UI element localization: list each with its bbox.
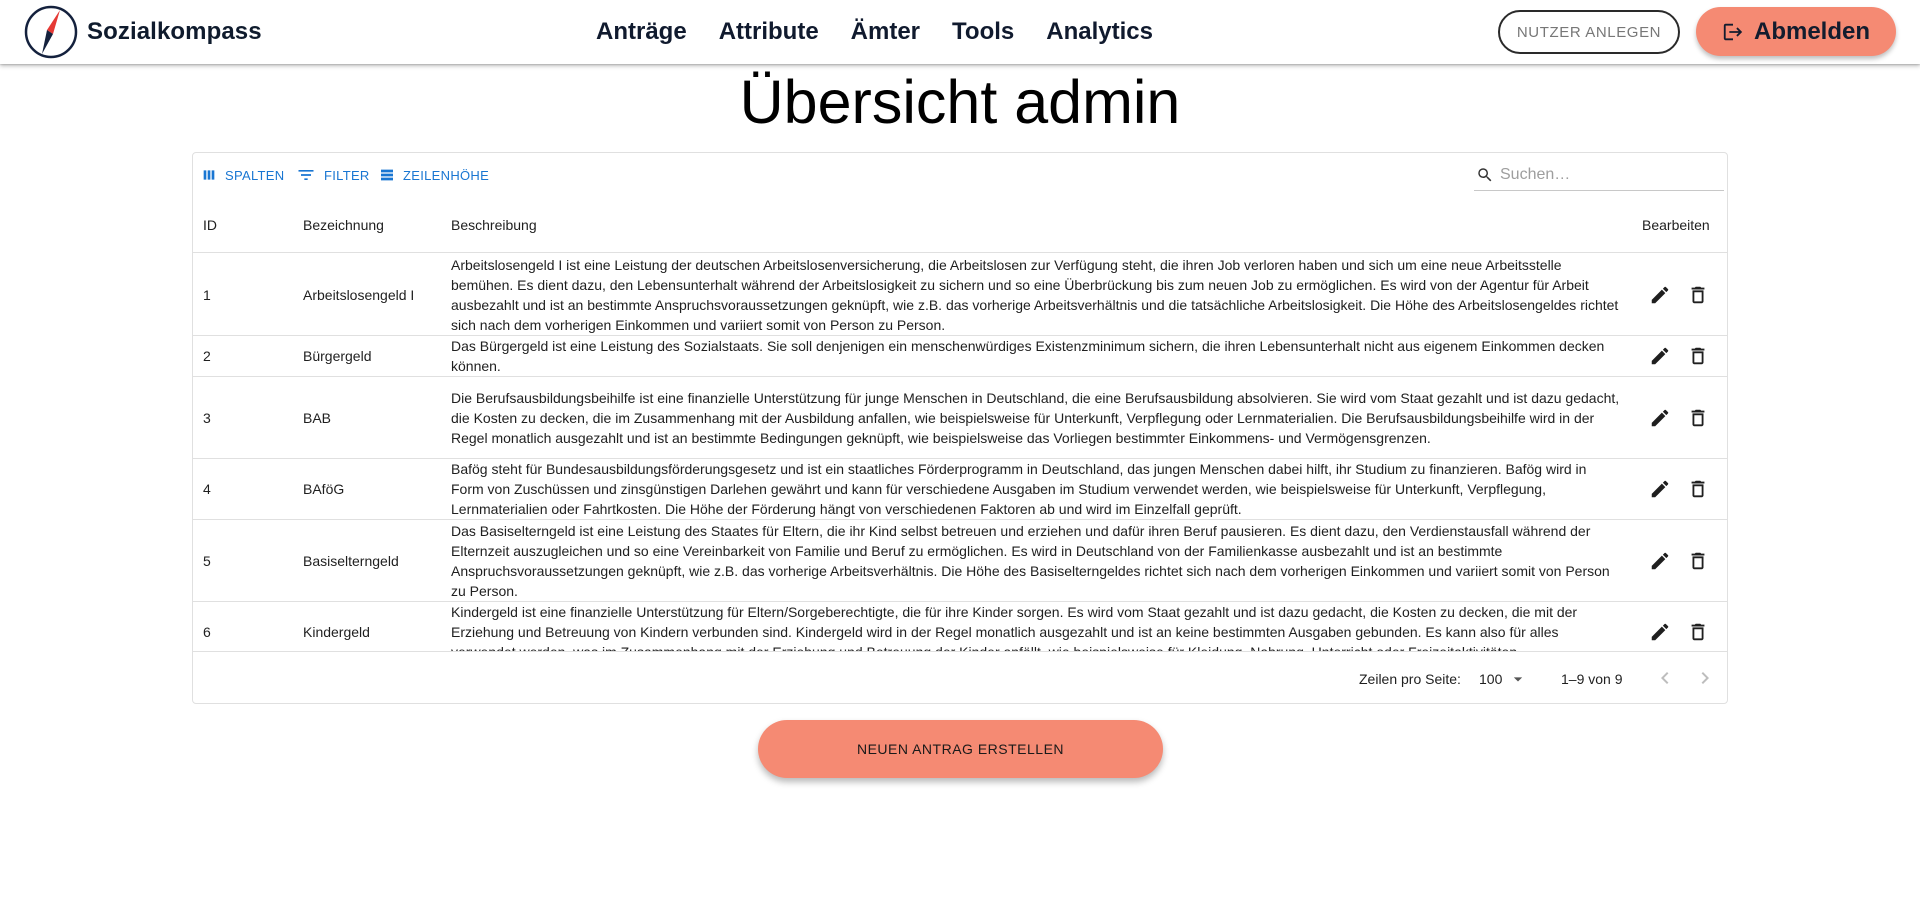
cell-name: Kindergeld	[303, 624, 370, 640]
create-application-button[interactable]: NEUEN ANTRAG ERSTELLEN	[758, 720, 1163, 778]
delete-button[interactable]	[1687, 407, 1709, 429]
brand[interactable]: Sozialkompass	[24, 4, 262, 60]
edit-button[interactable]	[1649, 345, 1671, 367]
columns-label: SPALTEN	[225, 167, 285, 183]
trash-icon	[1691, 623, 1705, 641]
logout-label: Abmelden	[1753, 17, 1870, 45]
data-grid: SPALTEN FILTER ZEILENHÖHE ID Bezeichnung…	[192, 152, 1728, 704]
columns-button[interactable]: SPALTEN	[201, 163, 284, 187]
grid-body: 1 Arbeitslosengeld I Arbeitslosengeld I …	[193, 254, 1727, 651]
pencil-icon	[1651, 480, 1669, 498]
density-label: ZEILENHÖHE	[403, 167, 490, 183]
top-app-bar: Sozialkompass Anträge Attribute Ämter To…	[0, 0, 1920, 64]
cell-description: Arbeitslosengeld I ist eine Leistung der…	[451, 256, 1619, 333]
pagination-range: 1–9 von 9	[1561, 670, 1623, 687]
delete-button[interactable]	[1687, 478, 1709, 500]
edit-button[interactable]	[1649, 407, 1671, 429]
column-header-id[interactable]: ID	[203, 197, 217, 253]
cell-id: 4	[203, 481, 211, 497]
logout-button[interactable]: Abmelden	[1696, 7, 1896, 56]
trash-icon	[1691, 347, 1705, 365]
column-header-row: ID Bezeichnung Beschreibung Bearbeiten	[193, 197, 1727, 253]
cell-name: Arbeitslosengeld I	[303, 286, 415, 303]
cell-name: Bürgergeld	[303, 348, 372, 364]
filter-icon	[298, 170, 314, 180]
pencil-icon	[1651, 623, 1669, 641]
table-row[interactable]: 6 Kindergeld Kindergeld ist eine finanzi…	[193, 602, 1727, 651]
rows-per-page-label: Zeilen pro Seite:	[1359, 670, 1461, 687]
pencil-icon	[1651, 286, 1669, 303]
table-row[interactable]: 5 Basiselterngeld Das Basiselterngeld is…	[193, 520, 1727, 602]
cell-description: Bafög steht für Bundesausbildungsförderu…	[451, 461, 1587, 517]
page-title: Übersicht admin	[739, 68, 1181, 136]
trash-icon	[1691, 409, 1705, 426]
cell-name: Basiselterngeld	[303, 552, 399, 569]
compass-logo-icon	[24, 5, 78, 59]
search-icon	[1478, 167, 1492, 181]
cell-id: 1	[203, 286, 211, 303]
rows-per-page-value: 100	[1479, 670, 1503, 687]
chevron-right-icon	[1701, 672, 1709, 684]
cell-name: BAB	[303, 409, 332, 426]
nav-item-tools[interactable]: Tools	[936, 18, 1030, 46]
delete-button[interactable]	[1687, 621, 1709, 643]
density-button[interactable]: ZEILENHÖHE	[379, 163, 489, 187]
nav-item-antraege[interactable]: Anträge	[580, 18, 703, 46]
search-field[interactable]	[1474, 159, 1724, 191]
arrow-drop-down-icon	[1514, 676, 1523, 681]
table-row[interactable]: 3 BAB Die Berufsausbildungsbeihilfe ist …	[193, 377, 1727, 459]
nav-item-aemter[interactable]: Ämter	[835, 18, 936, 46]
cell-description: Das Basiselterngeld ist eine Leistung de…	[451, 522, 1610, 599]
column-header-beschreibung[interactable]: Beschreibung	[451, 197, 537, 253]
grid-footer: Zeilen pro Seite: 100 1–9 von 9	[193, 651, 1727, 704]
search-input[interactable]	[1500, 165, 1700, 184]
table-row[interactable]: 4 BAföG Bafög steht für Bundesausbildung…	[193, 459, 1727, 520]
chevron-left-icon	[1661, 672, 1669, 684]
column-header-bezeichnung[interactable]: Bezeichnung	[303, 197, 384, 253]
filter-button[interactable]: FILTER	[296, 163, 370, 187]
trash-icon	[1691, 552, 1705, 569]
rows-per-page-select[interactable]: 100	[1479, 652, 1528, 705]
delete-button[interactable]	[1687, 345, 1709, 367]
density-icon	[381, 169, 393, 181]
delete-button[interactable]	[1687, 284, 1709, 306]
cell-id: 3	[203, 409, 211, 426]
edit-button[interactable]	[1649, 284, 1671, 306]
table-row[interactable]: 2 Bürgergeld Das Bürgergeld ist eine Lei…	[193, 336, 1727, 377]
filter-label: FILTER	[324, 167, 370, 183]
delete-button[interactable]	[1687, 550, 1709, 572]
column-header-bearbeiten: Bearbeiten	[1642, 217, 1710, 233]
trash-icon	[1691, 286, 1705, 303]
create-user-button[interactable]: NUTZER ANLEGEN	[1498, 10, 1680, 54]
edit-button[interactable]	[1649, 478, 1671, 500]
next-page-button[interactable]	[1693, 666, 1717, 690]
grid-toolbar: SPALTEN FILTER ZEILENHÖHE	[193, 153, 1727, 197]
pencil-icon	[1651, 347, 1669, 365]
trash-icon	[1691, 480, 1705, 498]
main-navigation: Anträge Attribute Ämter Tools Analytics	[580, 0, 1169, 64]
nav-item-analytics[interactable]: Analytics	[1030, 18, 1169, 46]
nav-item-attribute[interactable]: Attribute	[703, 18, 835, 46]
cell-name: BAföG	[303, 481, 345, 497]
cell-description: Das Bürgergeld ist eine Leistung des Soz…	[451, 338, 1605, 374]
pencil-icon	[1651, 409, 1669, 426]
cell-description: Kindergeld ist eine finanzielle Unterstü…	[451, 604, 1578, 651]
previous-page-button[interactable]	[1653, 666, 1677, 690]
edit-button[interactable]	[1649, 621, 1671, 643]
columns-icon	[203, 170, 215, 180]
brand-name: Sozialkompass	[87, 18, 262, 45]
logout-icon	[1723, 23, 1743, 40]
cell-id: 5	[203, 552, 211, 569]
edit-button[interactable]	[1649, 550, 1671, 572]
cell-id: 2	[203, 348, 211, 364]
cell-id: 6	[203, 624, 211, 640]
pencil-icon	[1651, 552, 1669, 569]
cell-description: Die Berufsausbildungsbeihilfe ist eine f…	[451, 389, 1620, 446]
table-row[interactable]: 1 Arbeitslosengeld I Arbeitslosengeld I …	[193, 254, 1727, 336]
